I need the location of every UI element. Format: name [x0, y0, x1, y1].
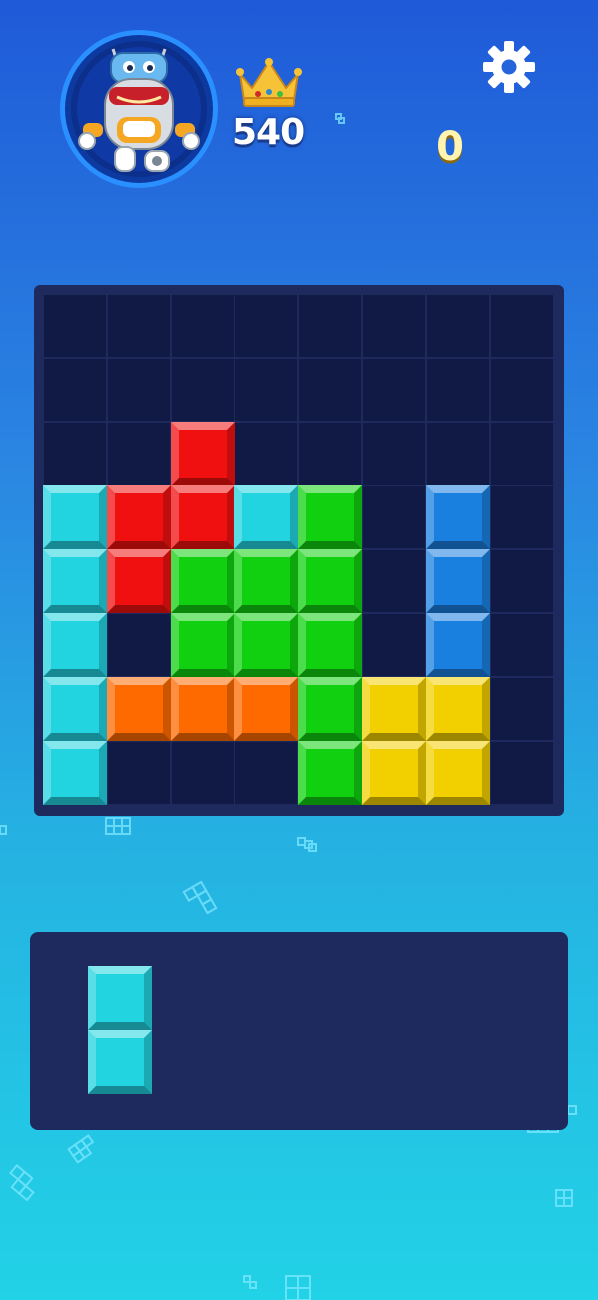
board-cell[interactable] [426, 358, 489, 421]
green-block [170, 613, 235, 677]
board-cell[interactable] [299, 422, 362, 485]
board-cell[interactable] [171, 295, 234, 357]
red-block [106, 549, 171, 614]
board-cell[interactable] [235, 295, 298, 357]
player-avatar[interactable] [60, 30, 218, 188]
game-board[interactable] [34, 285, 564, 816]
board-cell[interactable] [490, 486, 553, 549]
board-cell[interactable] [490, 741, 553, 804]
board-cell[interactable] [490, 677, 553, 740]
board-cell[interactable] [107, 358, 170, 421]
board-cell[interactable] [363, 614, 425, 676]
board-cell[interactable] [44, 422, 106, 485]
board-cell[interactable] [426, 295, 489, 357]
gear-icon[interactable] [482, 40, 536, 94]
red-block [170, 421, 235, 486]
tray-pieces [30, 932, 568, 1130]
cyan-block [43, 613, 107, 677]
board-cell[interactable] [490, 422, 553, 485]
board-cell[interactable] [235, 741, 298, 804]
blue-block [425, 549, 490, 614]
cyan-block [43, 549, 107, 614]
board-cell[interactable] [171, 741, 234, 804]
yellow-block [362, 740, 426, 805]
orange-block [170, 676, 235, 741]
board-cell[interactable] [363, 422, 425, 485]
board-cell[interactable] [235, 358, 298, 421]
orange-block [106, 676, 171, 741]
cyan-block [43, 485, 107, 550]
board-cell[interactable] [363, 486, 425, 549]
board-cell[interactable] [490, 614, 553, 676]
green-block [298, 676, 363, 741]
board-cell[interactable] [426, 422, 489, 485]
board-cell[interactable] [235, 422, 298, 485]
board-cell[interactable] [490, 550, 553, 613]
current-score: 0 [436, 124, 464, 170]
green-block [298, 613, 363, 677]
cyan-block [88, 1030, 152, 1094]
piece-tray [30, 932, 568, 1130]
board-cell[interactable] [107, 741, 170, 804]
orange-block [234, 676, 299, 741]
board-cell[interactable] [44, 358, 106, 421]
board-cell[interactable] [363, 358, 425, 421]
board-cell[interactable] [490, 295, 553, 357]
crown-icon [236, 58, 302, 107]
board-cell[interactable] [490, 358, 553, 421]
yellow-block [362, 676, 426, 741]
red-block [106, 485, 171, 550]
red-block [170, 485, 235, 550]
green-block [298, 740, 363, 805]
cyan-block [43, 676, 107, 741]
board-cell[interactable] [44, 295, 106, 357]
board-cell[interactable] [363, 295, 425, 357]
blue-block [425, 485, 490, 550]
board-cell[interactable] [107, 614, 170, 676]
robot-avatar [71, 41, 207, 177]
green-block [234, 549, 299, 614]
green-block [298, 485, 363, 550]
blue-block [425, 613, 490, 677]
cyan-block [234, 485, 299, 550]
cyan-block [43, 740, 107, 805]
board-cell[interactable] [299, 358, 362, 421]
yellow-block [425, 676, 490, 741]
yellow-block [425, 740, 490, 805]
green-block [298, 549, 363, 614]
green-block [170, 549, 235, 614]
green-block [234, 613, 299, 677]
cyan-block [88, 966, 152, 1030]
board-cell[interactable] [107, 295, 170, 357]
board-cell[interactable] [107, 422, 170, 485]
best-score: 540 [232, 112, 305, 153]
board-cell[interactable] [363, 550, 425, 613]
board-cell[interactable] [299, 295, 362, 357]
board-cell[interactable] [171, 358, 234, 421]
